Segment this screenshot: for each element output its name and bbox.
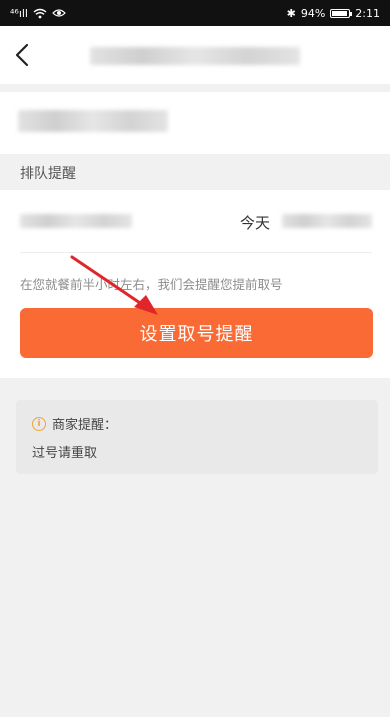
eye-icon: [52, 9, 66, 17]
nav-bar: [0, 26, 390, 84]
today-label: 今天: [240, 214, 271, 232]
divider: [20, 252, 372, 253]
notice-title: 商家提醒：: [52, 418, 118, 433]
signal-icon: ⁴⁶ıll: [10, 6, 28, 20]
set-reminder-button[interactable]: 设置取号提醒: [20, 308, 373, 358]
notice-body: 过号请重取: [32, 446, 98, 461]
reminder-hint: 在您就餐前半小时左右，我们会提醒您提前取号: [20, 277, 283, 292]
notice-header: i 商家提醒：: [32, 414, 117, 433]
status-bar: ⁴⁶ıll ✱ 94% 2:11: [0, 0, 390, 26]
bluetooth-icon: ✱: [286, 6, 296, 20]
reminder-time-redacted: [282, 214, 372, 228]
reminder-time-row[interactable]: 今天: [0, 190, 390, 252]
chevron-left-icon: [15, 43, 29, 67]
back-button[interactable]: [0, 26, 44, 84]
reminder-card: 今天 在您就餐前半小时左右，我们会提醒您提前取号 设置取号提醒: [0, 190, 390, 378]
battery-fill: [332, 10, 348, 16]
clock: 2:11: [355, 6, 380, 20]
merchant-notice: i 商家提醒： 过号请重取: [16, 400, 378, 474]
reminder-item-redacted: [20, 214, 132, 228]
queue-reminder-heading: 排队提醒: [20, 166, 76, 182]
battery-icon: [330, 8, 353, 18]
info-icon: i: [32, 416, 46, 431]
battery-percent: 94%: [300, 6, 326, 20]
wifi-icon: [33, 8, 47, 18]
page-title-redacted: [90, 47, 300, 65]
status-right: ✱ 94% 2:11: [287, 7, 380, 20]
shop-name-redacted: [18, 110, 168, 132]
status-left: ⁴⁶ıll: [10, 7, 66, 20]
shop-card: [0, 92, 390, 154]
